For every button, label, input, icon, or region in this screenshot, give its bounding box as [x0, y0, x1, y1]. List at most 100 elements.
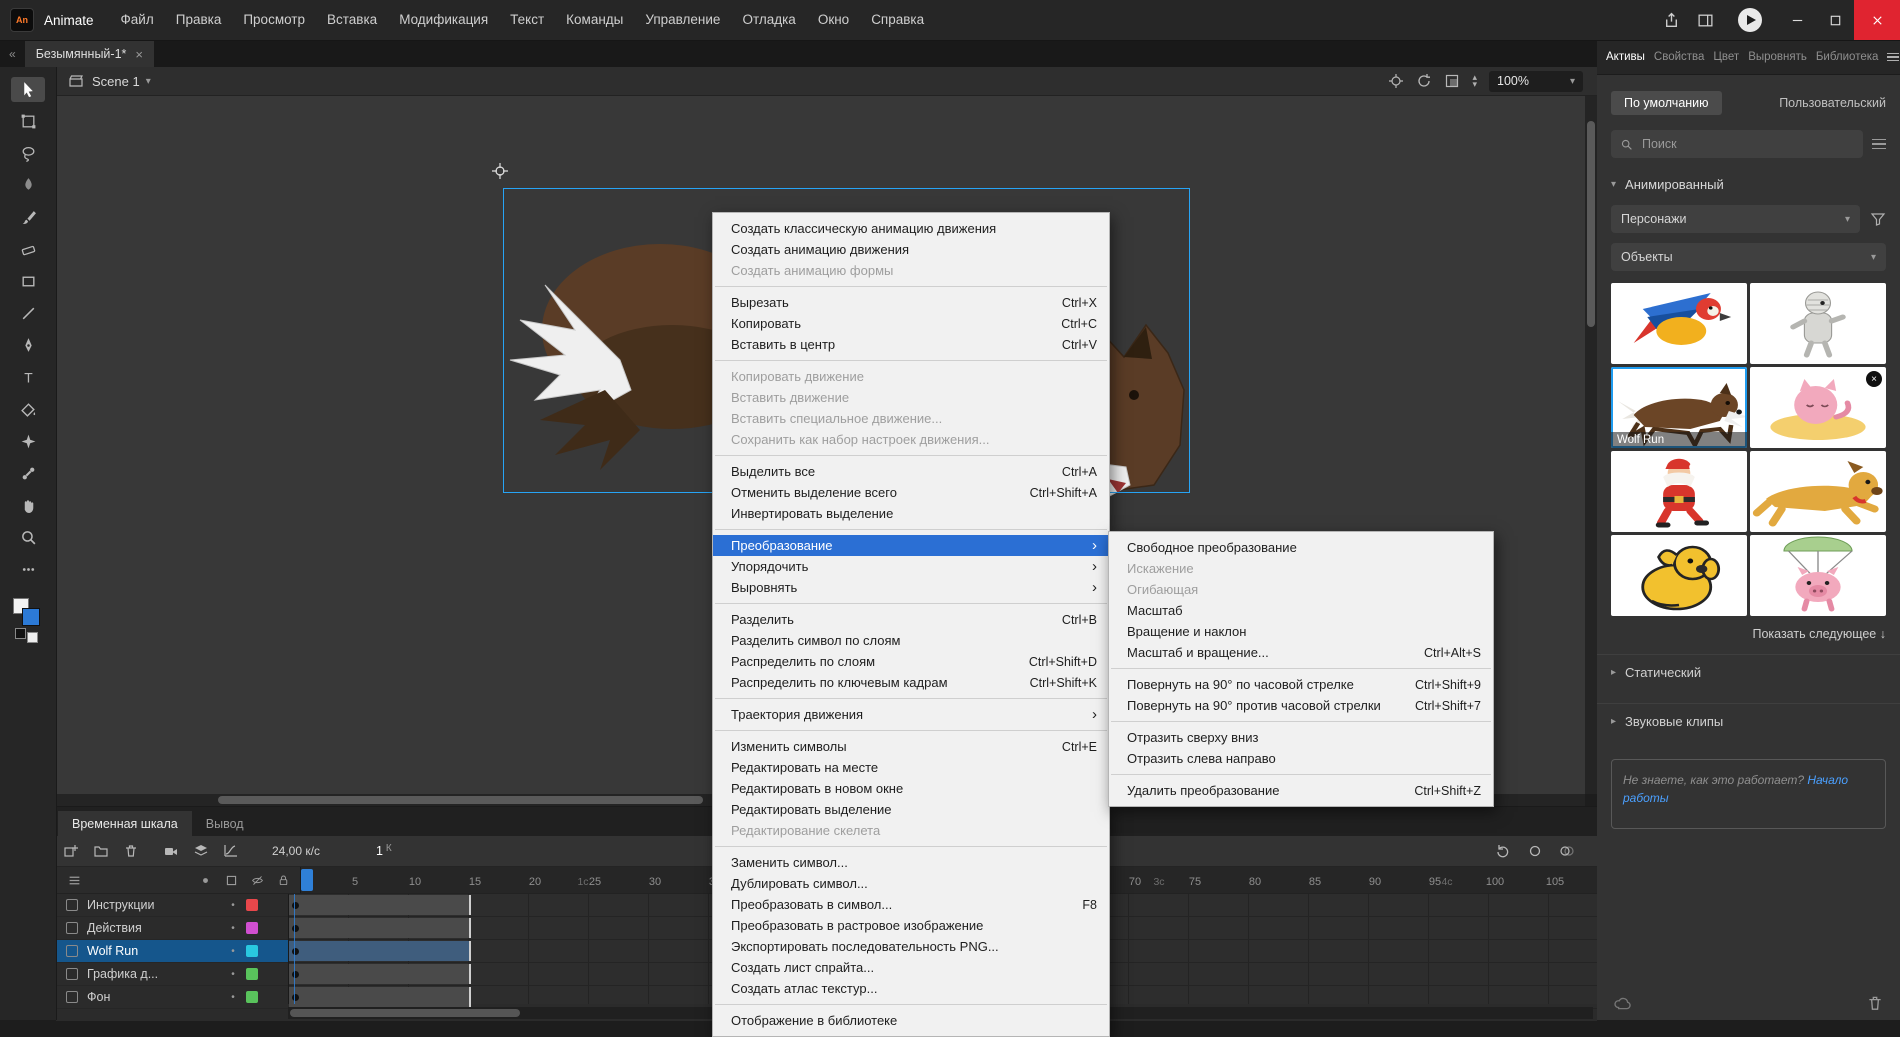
insert-frame-icon[interactable] — [56, 843, 86, 859]
context-menu-item-19[interactable]: Выровнять› — [713, 577, 1109, 598]
share-icon[interactable] — [1654, 0, 1688, 40]
remove-badge-icon[interactable]: × — [1866, 371, 1882, 387]
window-maximize-button[interactable] — [1816, 0, 1854, 40]
search-input[interactable] — [1640, 136, 1854, 152]
category-select[interactable]: Персонажи ▾ — [1611, 205, 1860, 233]
asset-card-wolf[interactable]: Wolf Run — [1611, 367, 1747, 448]
fill-color-swatch[interactable] — [22, 608, 40, 626]
menubar-item-5[interactable]: Текст — [499, 0, 555, 40]
graph-editor-icon[interactable] — [216, 843, 246, 859]
layer-color-chip[interactable] — [246, 899, 258, 911]
onion-skin-outline-icon[interactable] — [1559, 843, 1575, 859]
line-tool[interactable] — [11, 301, 45, 326]
context-menu-item-28[interactable]: Изменить символыCtrl+E — [713, 736, 1109, 757]
panel-tab-4[interactable]: Библиотека — [1816, 51, 1879, 63]
window-close-button[interactable] — [1854, 0, 1900, 40]
asset-card-santa[interactable] — [1611, 451, 1747, 532]
transform-submenu-item-1[interactable]: Искажение — [1109, 558, 1493, 579]
collapse-panels-icon[interactable]: « — [0, 47, 25, 61]
context-menu-item-24[interactable]: Распределить по ключевым кадрамCtrl+Shif… — [713, 672, 1109, 693]
rectangle-tool[interactable] — [11, 269, 45, 294]
panel-tab-3[interactable]: Выровнять — [1748, 51, 1807, 63]
context-menu-item-17[interactable]: Преобразование› — [713, 535, 1109, 556]
scene-chevron-icon[interactable]: ▾ — [146, 76, 151, 87]
layer-row-0[interactable]: Инструкции• — [56, 894, 288, 917]
context-menu-item-38[interactable]: Экспортировать последовательность PNG... — [713, 936, 1109, 957]
bone-tool[interactable] — [11, 461, 45, 486]
lock-layers-icon[interactable] — [277, 874, 290, 887]
scene-breadcrumb[interactable]: Scene 1 — [92, 74, 140, 89]
transform-submenu-item-2[interactable]: Огибающая — [1109, 579, 1493, 600]
outline-color-icon[interactable] — [225, 874, 238, 887]
layer-row-1[interactable]: Действия• — [56, 917, 288, 940]
advanced-layers-icon[interactable] — [186, 843, 216, 859]
timeline-scroll-thumb[interactable] — [290, 1009, 520, 1017]
menubar-item-0[interactable]: Файл — [110, 0, 165, 40]
panel-tab-0[interactable]: Активы — [1606, 51, 1645, 63]
type-select[interactable]: Объекты ▾ — [1611, 243, 1886, 271]
show-all-dot-icon[interactable] — [199, 874, 212, 887]
context-menu-item-6[interactable]: Вставить в центрCtrl+V — [713, 334, 1109, 355]
context-menu-item-0[interactable]: Создать классическую анимацию движения — [713, 218, 1109, 239]
layer-row-3[interactable]: Графика д...• — [56, 963, 288, 986]
context-menu-item-42[interactable]: Отображение в библиотеке — [713, 1010, 1109, 1031]
layer-color-chip[interactable] — [246, 991, 258, 1003]
show-more-link[interactable]: Показать следующее ↓ — [1611, 627, 1886, 641]
document-tab[interactable]: Безымянный-1* × — [25, 40, 154, 67]
layer-color-chip[interactable] — [246, 945, 258, 957]
test-movie-play-button[interactable] — [1738, 8, 1762, 32]
context-menu-item-5[interactable]: КопироватьCtrl+C — [713, 313, 1109, 334]
onion-skin-icon[interactable] — [1527, 843, 1543, 859]
paint-bucket-tool[interactable] — [11, 397, 45, 422]
context-menu-item-15[interactable]: Инвертировать выделение — [713, 503, 1109, 524]
asset-card-cat[interactable]: × — [1750, 367, 1886, 448]
menubar-item-3[interactable]: Вставка — [316, 0, 388, 40]
section-animated[interactable]: ▾ Анимированный — [1611, 177, 1886, 192]
menubar-item-1[interactable]: Правка — [165, 0, 233, 40]
context-menu-item-26[interactable]: Траектория движения› — [713, 704, 1109, 725]
text-tool[interactable]: T — [11, 365, 45, 390]
asset-warp-tool[interactable] — [11, 429, 45, 454]
frame-rate-value[interactable]: 24,00 к/с — [272, 844, 320, 858]
canvas-vertical-scrollbar[interactable] — [1585, 95, 1597, 794]
context-menu-item-18[interactable]: Упорядочить› — [713, 556, 1109, 577]
vscroll-thumb[interactable] — [1587, 121, 1595, 327]
window-minimize-button[interactable] — [1778, 0, 1816, 40]
eraser-tool[interactable] — [11, 237, 45, 262]
context-menu-item-23[interactable]: Распределить по слоямCtrl+Shift+D — [713, 651, 1109, 672]
rotate-stage-icon[interactable] — [1416, 73, 1432, 89]
tab-close-icon[interactable]: × — [135, 47, 143, 62]
context-menu-item-30[interactable]: Редактировать в новом окне — [713, 778, 1109, 799]
more-tools[interactable] — [11, 557, 45, 582]
context-menu-item-39[interactable]: Создать лист спрайта... — [713, 957, 1109, 978]
context-menu-item-14[interactable]: Отменить выделение всегоCtrl+Shift+A — [713, 482, 1109, 503]
delete-layer-icon[interactable] — [116, 843, 146, 859]
context-menu-item-35[interactable]: Дублировать символ... — [713, 873, 1109, 894]
section-static[interactable]: ▸ Статический — [1597, 654, 1900, 690]
menubar-item-8[interactable]: Отладка — [731, 0, 806, 40]
context-menu-item-32[interactable]: Редактирование скелета — [713, 820, 1109, 841]
clip-content-icon[interactable] — [1444, 73, 1460, 89]
context-menu-item-9[interactable]: Вставить движение — [713, 387, 1109, 408]
stepper-down-icon[interactable]: ▾ — [1472, 81, 1477, 88]
menubar-item-9[interactable]: Окно — [807, 0, 860, 40]
mode-custom-button[interactable]: Пользовательский — [1779, 96, 1886, 110]
layer-color-chip[interactable] — [246, 968, 258, 980]
swap-colors-icon[interactable] — [27, 632, 38, 643]
panel-tab-2[interactable]: Цвет — [1713, 51, 1739, 63]
context-menu-item-34[interactable]: Заменить символ... — [713, 852, 1109, 873]
timeline-tab-0[interactable]: Временная шкала — [58, 811, 192, 836]
loop-icon[interactable] — [1495, 843, 1511, 859]
classic-brush-tool[interactable] — [11, 205, 45, 230]
context-menu-item-37[interactable]: Преобразовать в растровое изображение — [713, 915, 1109, 936]
asset-card-pig[interactable] — [1750, 535, 1886, 616]
asset-card-dog-yellow[interactable] — [1611, 535, 1747, 616]
section-audio[interactable]: ▸ Звуковые клипы — [1597, 703, 1900, 739]
layer-color-chip[interactable] — [246, 922, 258, 934]
context-menu-item-1[interactable]: Создать анимацию движения — [713, 239, 1109, 260]
menubar-item-4[interactable]: Модификация — [388, 0, 499, 40]
transform-submenu-item-5[interactable]: Масштаб и вращение...Ctrl+Alt+S — [1109, 642, 1493, 663]
fluid-brush-tool[interactable] — [11, 173, 45, 198]
timeline-tab-1[interactable]: Вывод — [192, 811, 258, 836]
layer-row-2[interactable]: Wolf Run• — [56, 940, 288, 963]
